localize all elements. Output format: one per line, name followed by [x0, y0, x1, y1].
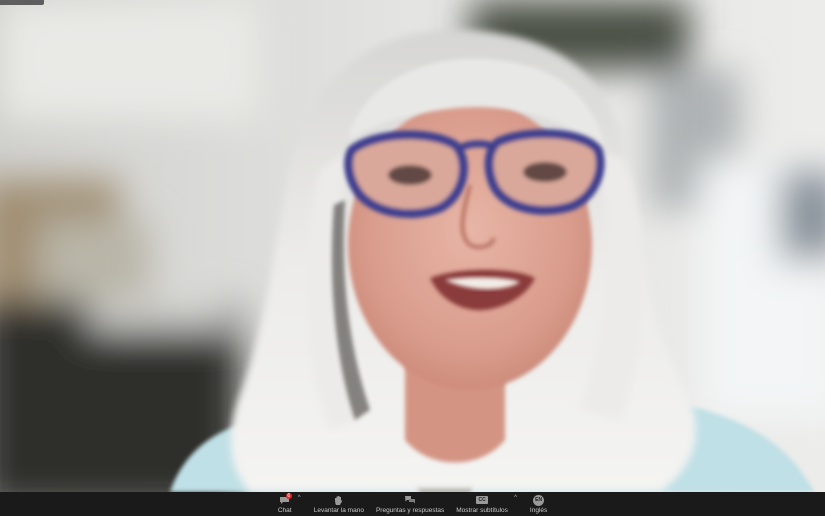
show-subtitles-button[interactable]: CC ^ Mostrar subtítulos — [452, 492, 517, 516]
qa-button[interactable]: Preguntas y respuestas — [372, 492, 448, 516]
chat-label: Chat — [277, 507, 292, 514]
qa-label: Preguntas y respuestas — [375, 507, 445, 514]
meeting-toolbar: 6 ^ Chat Levantar la mano Preguntas y re… — [0, 492, 825, 516]
speaker-video-frame — [0, 0, 825, 492]
hand-icon — [332, 494, 346, 506]
show-subtitles-label: Mostrar subtítulos — [456, 507, 508, 514]
chat-options-caret[interactable]: ^ — [298, 495, 301, 501]
zoom-webinar-window: 6 ^ Chat Levantar la mano Preguntas y re… — [0, 0, 825, 516]
cc-icon: CC — [475, 494, 489, 506]
participant-name-tag — [0, 0, 44, 5]
language-button[interactable]: EN Inglés — [526, 492, 551, 516]
chat-button[interactable]: 6 ^ Chat — [274, 492, 301, 516]
cc-icon-text: CC — [476, 496, 489, 504]
subtitles-options-caret[interactable]: ^ — [514, 495, 517, 501]
globe-language-icon: EN — [532, 494, 546, 506]
qa-icon — [403, 494, 417, 506]
raise-hand-label: Levantar la mano — [313, 507, 364, 514]
chat-unread-badge: 6 — [285, 493, 292, 499]
language-label: Inglés — [529, 507, 548, 514]
speaker-video — [0, 0, 825, 492]
language-icon-text: EN — [533, 494, 545, 506]
raise-hand-button[interactable]: Levantar la mano — [310, 492, 368, 516]
